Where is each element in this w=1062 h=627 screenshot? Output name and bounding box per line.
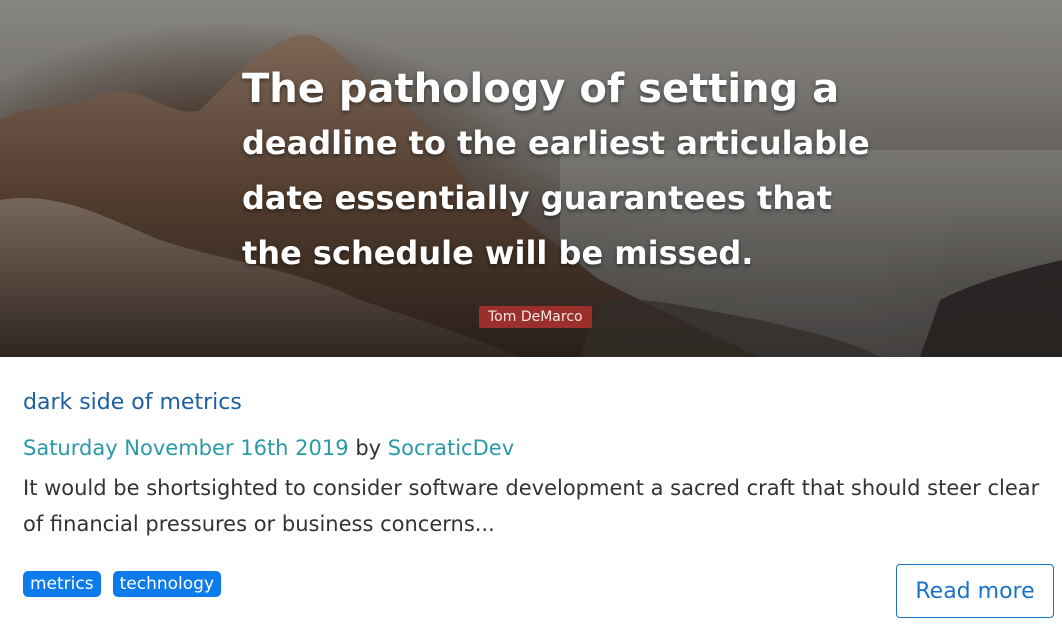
quote-line: The pathology of setting a	[242, 66, 840, 112]
post-date-link[interactable]: Saturday November 16th 2019	[23, 436, 349, 460]
tag-list: metrics technology	[23, 571, 222, 597]
hero-image: The pathology of setting a deadline to t…	[0, 0, 1062, 357]
read-more-button[interactable]: Read more	[896, 564, 1054, 618]
hero-quote: The pathology of setting a deadline to t…	[242, 62, 882, 281]
post-excerpt: It would be shortsighted to consider sof…	[23, 476, 1040, 536]
quote-line: deadline to the earliest articulable	[242, 124, 870, 162]
post-title-link[interactable]: dark side of metrics	[23, 390, 242, 415]
quote-line: the schedule will be missed.	[242, 234, 754, 272]
tag-technology[interactable]: technology	[112, 571, 222, 597]
tag-metrics[interactable]: metrics	[23, 571, 101, 597]
post-meta: Saturday November 16th 2019 by SocraticD…	[23, 436, 514, 460]
quote-line: date essentially guarantees that	[242, 179, 833, 217]
post-author-link[interactable]: SocraticDev	[388, 436, 514, 460]
quote-author-badge: Tom DeMarco	[479, 306, 592, 328]
by-label: by	[355, 436, 382, 460]
